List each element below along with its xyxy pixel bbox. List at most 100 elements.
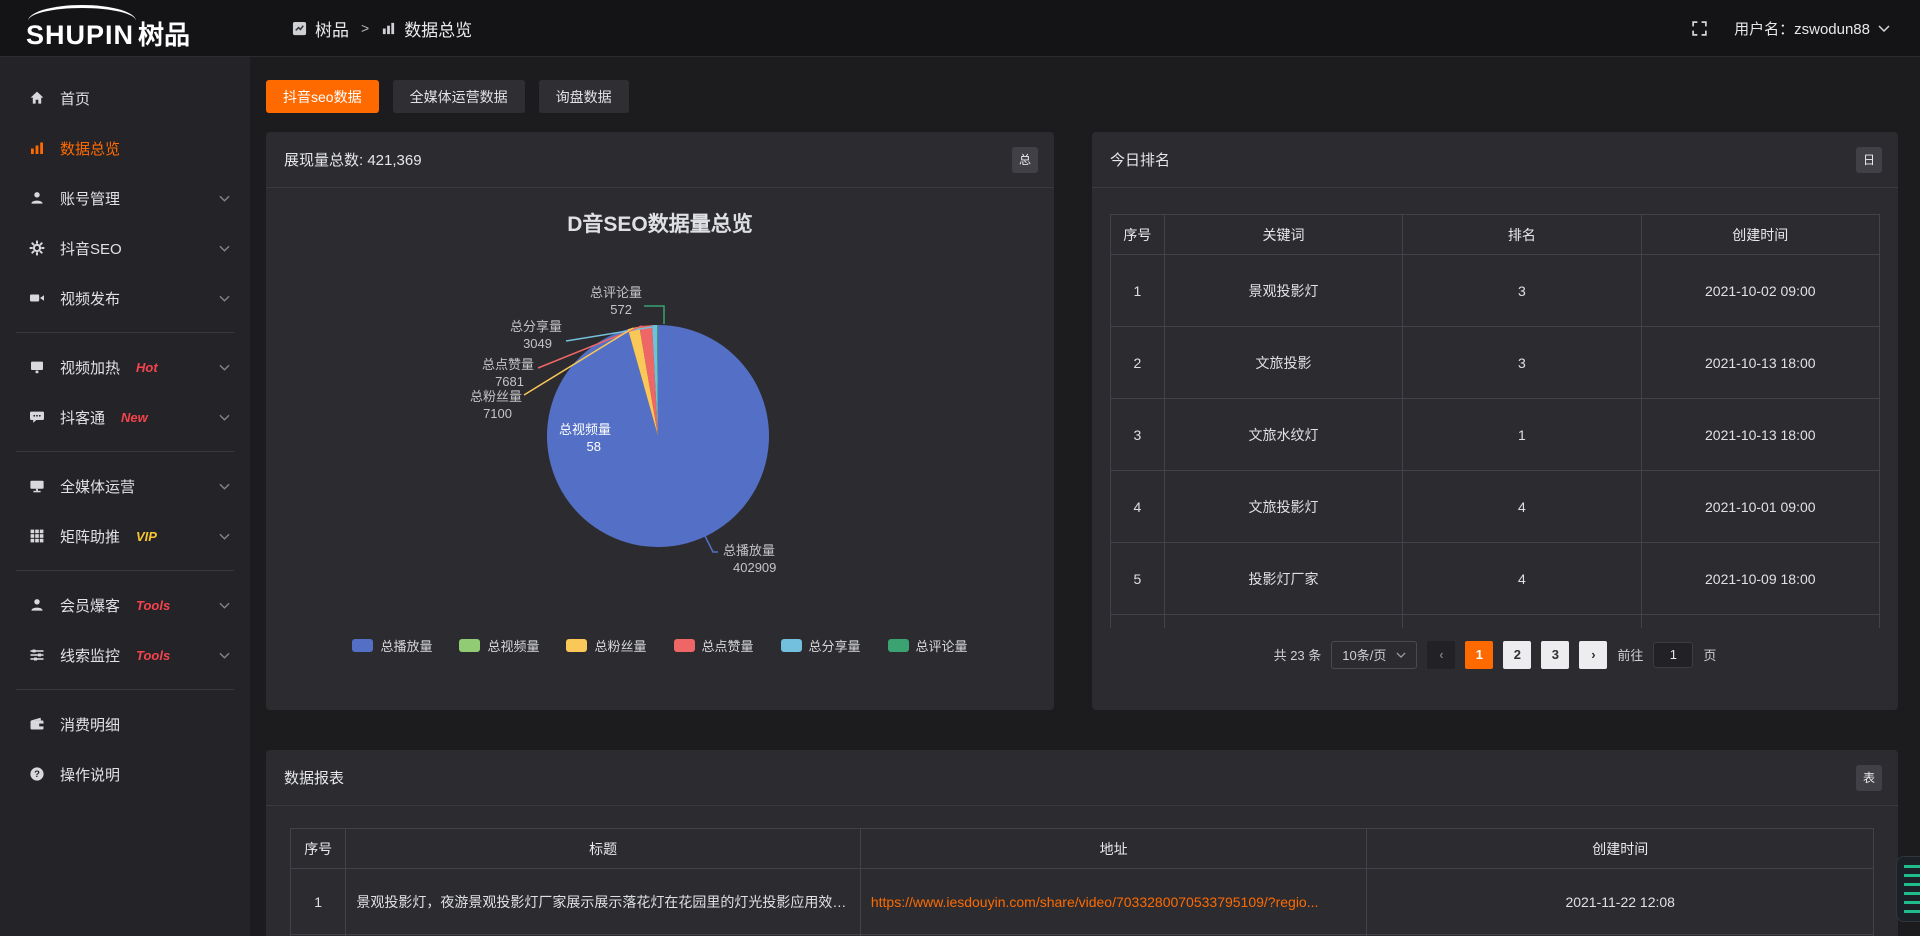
goto-label: 前往 (1617, 645, 1643, 664)
app-logo: SHUPIN 树品 (26, 5, 190, 52)
chevron-down-icon (219, 364, 230, 371)
report-panel-title: 数据报表 (284, 767, 344, 788)
tab-inquiry-data[interactable]: 询盘数据 (539, 80, 629, 113)
legend-swatch (674, 639, 695, 652)
breadcrumb-separator: > (361, 20, 369, 36)
report-url-link[interactable]: https://www.iesdouyin.com/share/video/70… (871, 894, 1357, 910)
report-table: 序号 标题 地址 创建时间 1 景观投影灯，夜游景观投影灯厂家展示展示落花灯在花… (290, 828, 1874, 936)
chevron-down-icon (1396, 652, 1406, 658)
report-title-text: 景观投影灯，夜游景观投影灯厂家展示展示落花灯在花园里的灯光投影应用效果 # (356, 892, 849, 912)
page-size-select[interactable]: 10条/页 (1331, 641, 1417, 669)
breadcrumb-root[interactable]: 树品 (315, 16, 349, 41)
sidebar-item-doukeitong[interactable]: 抖客通 New (0, 392, 250, 442)
main-content: 抖音seo数据 全媒体运营数据 询盘数据 展现量总数: 421,369 总 (250, 57, 1920, 936)
legend-item-videos[interactable]: 总视频量 (459, 636, 539, 655)
bar-chart-icon (28, 140, 45, 156)
data-tabs: 抖音seo数据 全媒体运营数据 询盘数据 (266, 80, 1898, 113)
sidebar-item-video-publish[interactable]: 视频发布 (0, 273, 250, 323)
legend-item-shares[interactable]: 总分享量 (781, 636, 861, 655)
pie-label-videos: 总视频量58 (521, 421, 611, 455)
tools-badge: Tools (136, 648, 170, 663)
table-row: 1景观投影灯 32021-10-02 09:00 (1111, 255, 1880, 327)
legend-item-fans[interactable]: 总粉丝量 (566, 636, 646, 655)
data-report-panel: 数据报表 表 序号 标题 地址 创建时间 (266, 750, 1898, 936)
sidebar-item-account[interactable]: 账号管理 (0, 173, 250, 223)
hot-badge: Hot (136, 360, 158, 375)
question-icon: ? (28, 766, 45, 782)
logo-arc (28, 5, 136, 21)
pie-label-plays: 总播放量402909 (723, 542, 823, 576)
pie-chart: D音SEO数据量总览 总评论量572 总分享量3049 总点赞量7681 总粉丝… (266, 188, 1054, 709)
page-button-1[interactable]: 1 (1465, 641, 1493, 669)
legend-item-comments[interactable]: 总评论量 (888, 636, 968, 655)
logo-text-cn: 树品 (138, 15, 190, 52)
floating-widget[interactable] (1896, 856, 1920, 922)
legend-swatch (352, 639, 373, 652)
sidebar-item-home[interactable]: 首页 (0, 73, 250, 123)
fullscreen-icon[interactable] (1691, 20, 1708, 37)
chat-bubble-icon (28, 409, 45, 425)
chevron-down-icon (219, 245, 230, 252)
logo-text-en: SHUPIN (26, 20, 134, 51)
screen-icon (28, 359, 45, 375)
chevron-down-icon (219, 652, 230, 659)
sidebar-item-matrix-boost[interactable]: 矩阵助推 VIP (0, 511, 250, 561)
pagination-total: 共 23 条 (1274, 645, 1322, 664)
page-button-2[interactable]: 2 (1503, 641, 1531, 669)
today-toggle-button[interactable]: 日 (1856, 147, 1882, 173)
prev-page-button[interactable]: ‹ (1427, 641, 1455, 669)
chevron-down-icon (219, 483, 230, 490)
sidebar-divider (16, 570, 234, 571)
chevron-down-icon (219, 414, 230, 421)
chevron-down-icon (219, 602, 230, 609)
overview-panel-title: 展现量总数: 421,369 (284, 149, 422, 170)
report-toggle-button[interactable]: 表 (1856, 765, 1882, 791)
chevron-down-icon (1878, 25, 1890, 32)
legend-item-plays[interactable]: 总播放量 (352, 636, 432, 655)
sidebar-divider (16, 332, 234, 333)
widget-stripes (1904, 865, 1920, 913)
sidebar-divider (16, 689, 234, 690)
person-icon (28, 597, 45, 613)
table-row-partial (1111, 615, 1880, 628)
sidebar-item-consumption[interactable]: 消费明细 (0, 699, 250, 749)
sidebar-item-data-overview[interactable]: 数据总览 (0, 123, 250, 173)
legend-swatch (781, 639, 802, 652)
gear-icon (28, 240, 45, 256)
username-label: 用户名：zswodun88 (1734, 18, 1870, 39)
page-button-3[interactable]: 3 (1541, 641, 1569, 669)
legend-item-likes[interactable]: 总点赞量 (674, 636, 754, 655)
pie-label-shares: 总分享量3049 (472, 318, 562, 352)
tab-media-ops-data[interactable]: 全媒体运营数据 (393, 80, 525, 113)
chevron-down-icon (219, 195, 230, 202)
sidebar-item-leads[interactable]: 线索监控 Tools (0, 630, 250, 680)
sidebar-item-member[interactable]: 会员爆客 Tools (0, 580, 250, 630)
bar-chart-icon (381, 21, 396, 36)
vip-badge: VIP (136, 529, 157, 544)
new-badge: New (121, 410, 148, 425)
legend-swatch (566, 639, 587, 652)
user-menu[interactable]: 用户名：zswodun88 (1734, 18, 1890, 39)
goto-page-input[interactable] (1653, 642, 1693, 668)
tab-douyin-seo-data[interactable]: 抖音seo数据 (266, 80, 379, 113)
overview-toggle-button[interactable]: 总 (1012, 147, 1038, 173)
chart-title: D音SEO数据量总览 (266, 208, 1054, 238)
table-header-row: 序号 标题 地址 创建时间 (291, 829, 1874, 869)
overview-panel: 展现量总数: 421,369 总 D音SEO数据量总览 (266, 132, 1054, 710)
grid-icon (28, 528, 45, 544)
next-page-button[interactable]: › (1579, 641, 1607, 669)
sidebar-item-media-ops[interactable]: 全媒体运营 (0, 461, 250, 511)
table-row: 1 景观投影灯，夜游景观投影灯厂家展示展示落花灯在花园里的灯光投影应用效果 # … (291, 869, 1874, 935)
legend-swatch (459, 639, 480, 652)
sidebar-item-video-heat[interactable]: 视频加热 Hot (0, 342, 250, 392)
sidebar-divider (16, 451, 234, 452)
sliders-icon (28, 647, 45, 663)
table-row: 5投影灯厂家 42021-10-09 18:00 (1111, 543, 1880, 615)
svg-text:?: ? (34, 769, 40, 780)
chart-legend: 总播放量 总视频量 总粉丝量 总点赞量 总分享量 总评论量 (266, 636, 1054, 655)
app-square-icon (292, 21, 307, 36)
legend-swatch (888, 639, 909, 652)
sidebar-item-help[interactable]: ? 操作说明 (0, 749, 250, 799)
sidebar-item-douyin-seo[interactable]: 抖音SEO (0, 223, 250, 273)
pie-label-comments: 总评论量572 (552, 284, 642, 318)
